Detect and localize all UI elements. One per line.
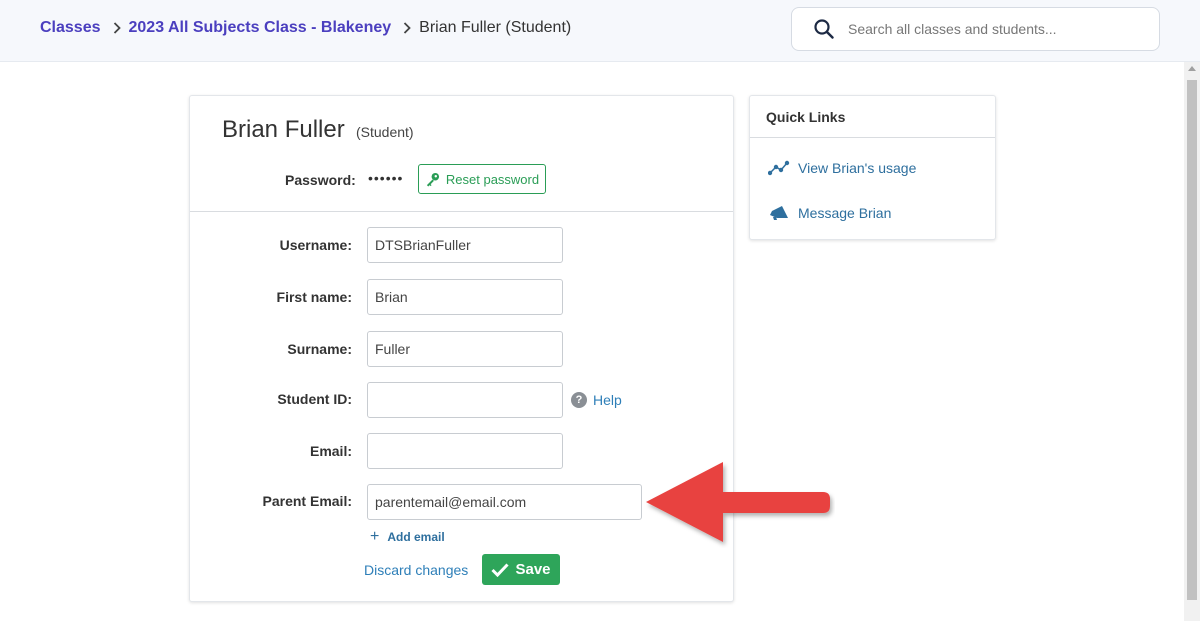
add-email-label: Add email	[387, 530, 445, 544]
search-icon	[814, 19, 834, 39]
question-icon: ?	[571, 392, 587, 408]
email-field[interactable]	[367, 433, 563, 469]
save-button[interactable]: Save	[482, 554, 560, 585]
first-name-field[interactable]	[367, 279, 563, 315]
discard-changes-link[interactable]: Discard changes	[364, 562, 468, 578]
password-label: Password:	[285, 172, 356, 188]
scroll-thumb[interactable]	[1187, 80, 1197, 600]
student-id-label: Student ID:	[277, 391, 352, 407]
page-scrollbar[interactable]	[1184, 62, 1200, 621]
parent-email-field[interactable]	[367, 484, 642, 520]
breadcrumb-current: Brian Fuller (Student)	[419, 19, 572, 36]
username-field[interactable]	[367, 227, 563, 263]
view-usage-label: View Brian's usage	[798, 160, 917, 176]
usage-graph-icon	[768, 160, 790, 176]
student-name: Brian Fuller	[222, 116, 345, 143]
help-link[interactable]: ? Help	[571, 392, 622, 408]
student-id-field[interactable]	[367, 382, 563, 418]
parent-email-label: Parent Email:	[262, 493, 352, 509]
search-input[interactable]	[848, 21, 1148, 37]
password-mask: ••••••	[368, 170, 404, 186]
breadcrumb-classes[interactable]: Classes	[40, 19, 101, 37]
email-label: Email:	[309, 443, 352, 459]
quick-links-header: Quick Links	[750, 96, 995, 138]
breadcrumb: Classes 2023 All Subjects Class - Blaken…	[40, 19, 571, 37]
first-name-label: First name:	[276, 289, 352, 305]
quick-links-panel: Quick Links View Brian's usage Message B…	[749, 95, 996, 240]
checkmark-icon	[491, 562, 510, 577]
surname-label: Surname:	[287, 341, 352, 357]
search-box[interactable]	[791, 7, 1160, 51]
reset-password-button[interactable]: Reset password	[418, 164, 546, 194]
reset-password-label: Reset password	[445, 171, 540, 187]
megaphone-icon	[770, 206, 788, 220]
quick-links-title: Quick Links	[766, 109, 846, 125]
chevron-right-icon	[403, 22, 411, 34]
chevron-right-icon	[113, 22, 121, 34]
student-role: (Student)	[356, 124, 414, 140]
message-link[interactable]: Message Brian	[768, 205, 891, 221]
username-label: Username:	[279, 237, 352, 253]
annotation-arrow-icon	[646, 462, 830, 542]
help-label: Help	[593, 392, 622, 408]
breadcrumb-class[interactable]: 2023 All Subjects Class - Blakeney	[129, 19, 392, 37]
add-email-link[interactable]: + Add email	[370, 528, 445, 546]
scroll-up-icon[interactable]	[1188, 66, 1196, 71]
top-bar: Classes 2023 All Subjects Class - Blaken…	[0, 0, 1200, 62]
key-icon	[426, 172, 439, 187]
message-label: Message Brian	[798, 205, 892, 221]
view-usage-link[interactable]: View Brian's usage	[768, 160, 916, 176]
save-label: Save	[515, 561, 551, 578]
student-header: Brian Fuller (Student) Password: •••••• …	[190, 96, 733, 212]
plus-icon: +	[370, 528, 380, 545]
surname-field[interactable]	[367, 331, 563, 367]
